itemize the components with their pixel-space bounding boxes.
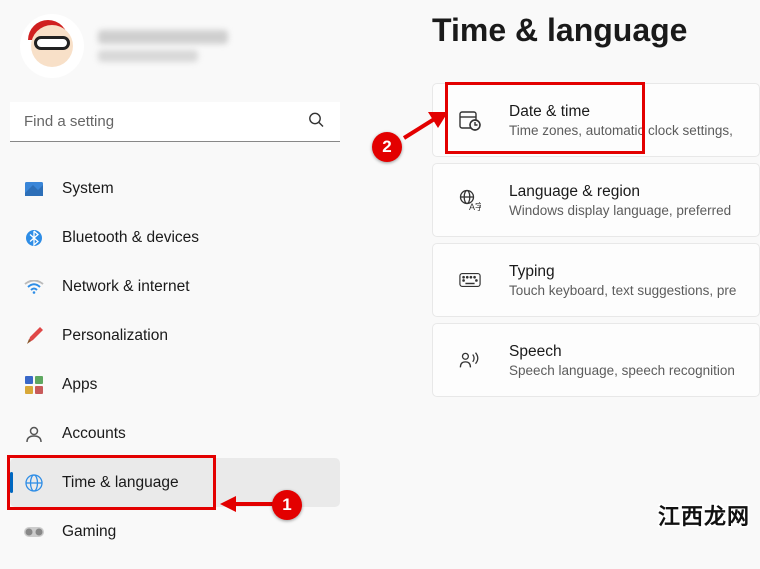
bluetooth-icon bbox=[24, 228, 44, 248]
sidebar-item-label: Accounts bbox=[62, 425, 126, 443]
card-title: Speech bbox=[509, 343, 735, 361]
sidebar-item-apps[interactable]: Apps bbox=[10, 360, 340, 409]
globe-icon bbox=[24, 473, 44, 493]
search-input[interactable] bbox=[10, 102, 340, 142]
card-title: Typing bbox=[509, 263, 736, 281]
sidebar-item-label: Time & language bbox=[62, 474, 179, 492]
search-icon[interactable] bbox=[308, 112, 324, 133]
annotation-badge-1: 1 bbox=[272, 490, 302, 520]
card-desc: Touch keyboard, text suggestions, pre bbox=[509, 283, 736, 298]
card-title: Language & region bbox=[509, 183, 731, 201]
sidebar-item-accounts[interactable]: Accounts bbox=[10, 409, 340, 458]
sidebar-item-personalization[interactable]: Personalization bbox=[10, 311, 340, 360]
language-icon: A字 bbox=[459, 189, 481, 211]
annotation-arrow-1 bbox=[218, 492, 278, 516]
wifi-icon bbox=[24, 277, 44, 297]
card-typing[interactable]: Typing Touch keyboard, text suggestions,… bbox=[432, 243, 760, 317]
sidebar-item-bluetooth[interactable]: Bluetooth & devices bbox=[10, 213, 340, 262]
main-panel: Time & language Date & time Time zones, … bbox=[350, 0, 760, 569]
keyboard-icon bbox=[459, 269, 481, 291]
annotation-arrow-2 bbox=[398, 108, 450, 142]
profile-area[interactable] bbox=[10, 10, 340, 98]
search-wrap bbox=[10, 102, 340, 142]
card-title: Date & time bbox=[509, 103, 733, 121]
card-desc: Windows display language, preferred bbox=[509, 203, 731, 218]
card-list: Date & time Time zones, automatic clock … bbox=[432, 83, 760, 397]
avatar bbox=[20, 14, 84, 78]
speech-icon bbox=[459, 349, 481, 371]
sidebar-item-system[interactable]: System bbox=[10, 164, 340, 213]
gaming-icon bbox=[24, 522, 44, 542]
sidebar-item-label: Bluetooth & devices bbox=[62, 229, 199, 247]
card-date-time[interactable]: Date & time Time zones, automatic clock … bbox=[432, 83, 760, 157]
sidebar-item-label: System bbox=[62, 180, 114, 198]
sidebar: System Bluetooth & devices Network & int… bbox=[0, 0, 350, 569]
sidebar-item-label: Gaming bbox=[62, 523, 116, 541]
system-icon bbox=[24, 179, 44, 199]
sidebar-item-label: Apps bbox=[62, 376, 97, 394]
card-speech[interactable]: Speech Speech language, speech recogniti… bbox=[432, 323, 760, 397]
sidebar-item-label: Personalization bbox=[62, 327, 168, 345]
datetime-icon bbox=[459, 109, 481, 131]
sidebar-item-network[interactable]: Network & internet bbox=[10, 262, 340, 311]
card-desc: Speech language, speech recognition bbox=[509, 363, 735, 378]
card-desc: Time zones, automatic clock settings, bbox=[509, 123, 733, 138]
page-title: Time & language bbox=[432, 12, 760, 49]
settings-window: System Bluetooth & devices Network & int… bbox=[0, 0, 760, 569]
card-language-region[interactable]: A字 Language & region Windows display lan… bbox=[432, 163, 760, 237]
account-icon bbox=[24, 424, 44, 444]
apps-icon bbox=[24, 375, 44, 395]
annotation-badge-2: 2 bbox=[372, 132, 402, 162]
watermark: 江西龙网 bbox=[658, 499, 750, 531]
brush-icon bbox=[24, 326, 44, 346]
svg-text:A字: A字 bbox=[469, 201, 481, 211]
profile-name-blurred bbox=[98, 30, 228, 62]
sidebar-item-label: Network & internet bbox=[62, 278, 190, 296]
